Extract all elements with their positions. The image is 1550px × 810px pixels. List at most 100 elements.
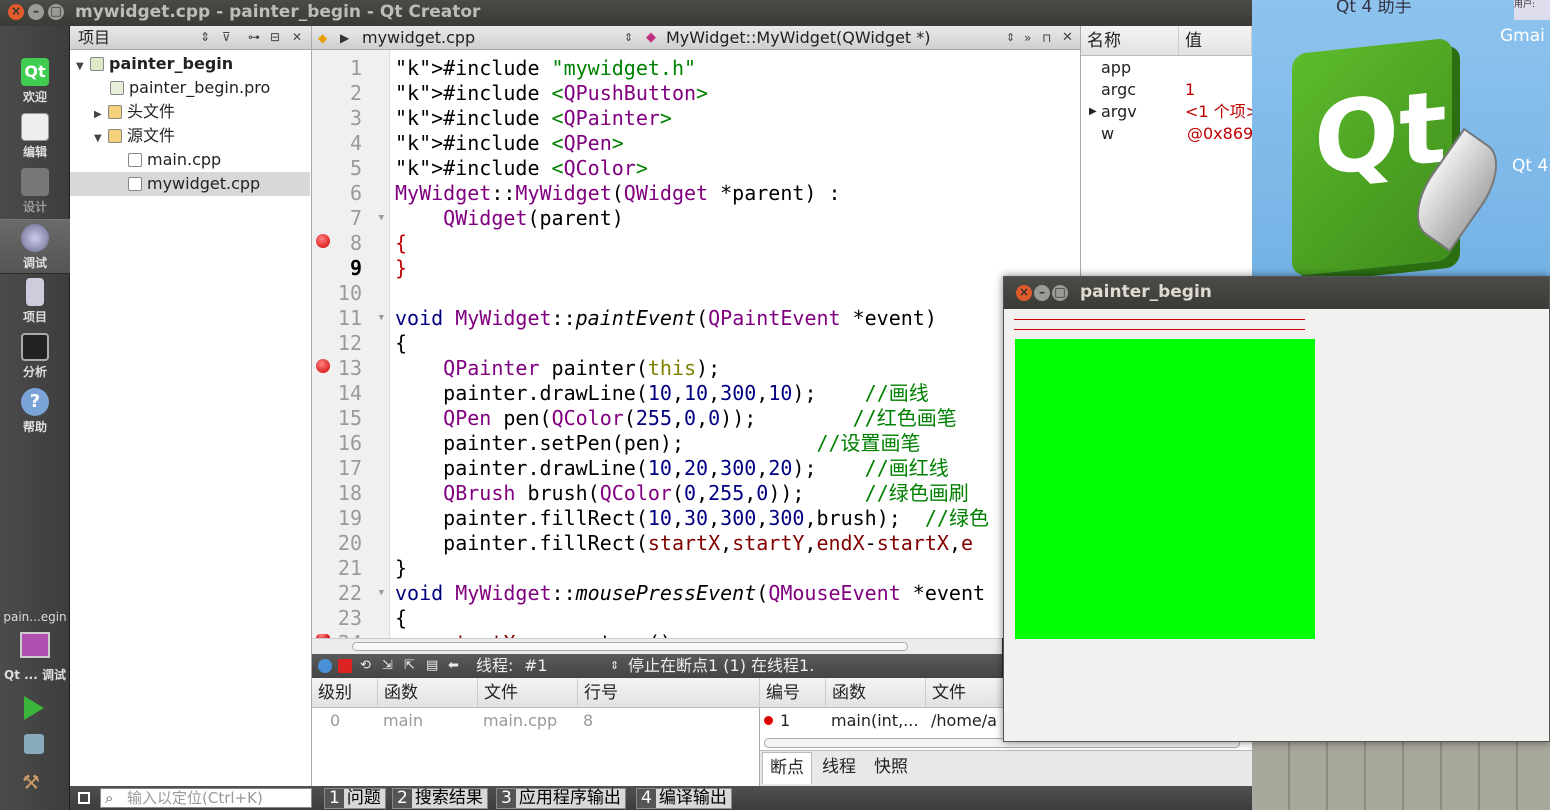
- local-value[interactable]: 1: [1185, 79, 1195, 101]
- mode-design[interactable]: 设计: [0, 164, 70, 219]
- local-name[interactable]: w: [1101, 123, 1114, 145]
- code-line[interactable]: }: [395, 256, 407, 281]
- open-file-select[interactable]: mywidget.cpp: [362, 26, 475, 50]
- output-tab-app-output[interactable]: 3 应用程序输出: [496, 788, 626, 809]
- line-number[interactable]: 22: [312, 581, 362, 606]
- maximize-icon[interactable]: □: [48, 4, 64, 20]
- locals-name-header[interactable]: 名称: [1081, 26, 1179, 56]
- stack-header-level[interactable]: 级别: [312, 678, 378, 708]
- line-number[interactable]: 16: [312, 431, 362, 456]
- local-name[interactable]: app: [1101, 57, 1131, 79]
- run-icon[interactable]: [24, 696, 44, 720]
- line-number[interactable]: 21: [312, 556, 362, 581]
- desktop-icon-label[interactable]: Qt 4: [1512, 156, 1548, 176]
- target-monitor-icon[interactable]: [20, 632, 50, 658]
- code-line[interactable]: startX = event->x();: [395, 631, 684, 638]
- desktop-icon-label[interactable]: Gmai: [1500, 26, 1545, 46]
- scrollbar-thumb[interactable]: [352, 642, 908, 651]
- line-number[interactable]: 15: [312, 406, 362, 431]
- code-line[interactable]: painter.drawLine(10,10,300,10); //画线: [395, 381, 929, 406]
- split-icon[interactable]: »: [1024, 26, 1031, 50]
- code-line[interactable]: QBrush brush(QColor(0,255,0)); //绿色画刷: [395, 481, 969, 506]
- bp-cell[interactable]: 1: [780, 708, 790, 734]
- chevron-down-icon[interactable]: ⇕: [610, 654, 619, 677]
- reverse-icon[interactable]: ⬅: [448, 654, 459, 677]
- back-icon[interactable]: ◆: [318, 26, 327, 50]
- step-over-icon[interactable]: ⟲: [360, 654, 371, 677]
- desktop-icon-label[interactable]: Qt 4 助手: [1336, 0, 1412, 17]
- tree-project-root[interactable]: ▼ painter_begin: [76, 52, 316, 76]
- code-line[interactable]: {: [395, 231, 407, 256]
- code-line[interactable]: "k">#include "mywidget.h": [395, 56, 696, 81]
- minimize-icon[interactable]: –: [1034, 285, 1050, 301]
- close-panel-icon[interactable]: ✕: [292, 26, 302, 49]
- step-into-icon[interactable]: ⇲: [382, 654, 393, 677]
- run-to-line-icon[interactable]: ▤: [426, 654, 438, 677]
- symbol-select[interactable]: MyWidget::MyWidget(QWidget *): [666, 26, 931, 50]
- stack-header-function[interactable]: 函数: [378, 678, 478, 708]
- output-tab-search[interactable]: 2 搜索结果: [392, 788, 488, 809]
- minimize-icon[interactable]: –: [28, 4, 44, 20]
- local-name[interactable]: argv: [1101, 101, 1137, 123]
- target-project[interactable]: pain...egin: [0, 610, 70, 624]
- mode-help[interactable]: ? 帮助: [0, 384, 70, 439]
- split-icon[interactable]: ⊟: [270, 26, 280, 49]
- build-hammer-icon[interactable]: ⚒: [22, 770, 46, 794]
- bp-header-number[interactable]: 编号: [760, 678, 826, 708]
- lock-icon[interactable]: ⊓: [1042, 26, 1051, 50]
- line-number[interactable]: 17: [312, 456, 362, 481]
- line-number[interactable]: 23: [312, 606, 362, 631]
- fold-marker-icon[interactable]: ▼: [370, 581, 384, 606]
- code-line[interactable]: }: [395, 556, 407, 581]
- chevron-down-icon[interactable]: ⇕: [1006, 26, 1015, 50]
- fold-marker-icon[interactable]: ▼: [370, 306, 384, 331]
- code-line[interactable]: painter.setPen(pen); //设置画笔: [395, 431, 920, 456]
- line-number[interactable]: 14: [312, 381, 362, 406]
- interrupt-icon[interactable]: [318, 659, 332, 673]
- locals-value-header[interactable]: 值: [1179, 26, 1252, 56]
- thread-select[interactable]: #1: [524, 654, 548, 677]
- line-number[interactable]: 2: [312, 81, 362, 106]
- code-line[interactable]: "k">#include <QPushButton>: [395, 81, 708, 106]
- stop-icon[interactable]: [338, 659, 352, 673]
- line-number[interactable]: 1: [312, 56, 362, 81]
- stack-cell[interactable]: 0: [330, 708, 340, 734]
- stack-header-line[interactable]: 行号: [578, 678, 760, 708]
- line-number[interactable]: 19: [312, 506, 362, 531]
- line-number[interactable]: 13: [312, 356, 362, 381]
- code-line[interactable]: QPen pen(QColor(255,0,0)); //红色画笔: [395, 406, 957, 431]
- tab-breakpoints[interactable]: 断点: [762, 752, 812, 784]
- bp-cell[interactable]: main(int,...: [831, 708, 918, 734]
- line-number[interactable]: 8: [312, 231, 362, 256]
- output-tab-compile[interactable]: 4 编译输出: [636, 788, 732, 809]
- qt-assistant-logo-icon[interactable]: Qt: [1292, 37, 1452, 277]
- stack-cell[interactable]: main: [383, 708, 423, 734]
- tree-headers-folder[interactable]: ▶ 头文件: [94, 100, 334, 124]
- bp-cell[interactable]: /home/a: [931, 708, 997, 734]
- tab-threads[interactable]: 线程: [814, 752, 864, 784]
- mode-projects[interactable]: 项目: [0, 274, 70, 329]
- link-icon[interactable]: ⊶: [248, 26, 260, 49]
- stack-cell[interactable]: main.cpp: [483, 708, 557, 734]
- line-number[interactable]: 11: [312, 306, 362, 331]
- line-number[interactable]: 18: [312, 481, 362, 506]
- mode-edit[interactable]: 编辑: [0, 109, 70, 164]
- mode-welcome[interactable]: Qt 欢迎: [0, 54, 70, 109]
- line-number[interactable]: 4: [312, 131, 362, 156]
- tab-snapshots[interactable]: 快照: [866, 752, 916, 784]
- close-icon[interactable]: ×: [1016, 285, 1032, 301]
- local-name[interactable]: argc: [1101, 79, 1136, 101]
- forward-icon[interactable]: ▶: [340, 26, 349, 50]
- line-number[interactable]: 7: [312, 206, 362, 231]
- filter-icon[interactable]: ⊽: [222, 26, 231, 49]
- code-line[interactable]: "k">#include <QPen>: [395, 131, 624, 156]
- code-line[interactable]: {: [395, 606, 407, 631]
- code-line[interactable]: void MyWidget::mousePressEvent(QMouseEve…: [395, 581, 985, 606]
- line-number[interactable]: 24: [312, 631, 362, 638]
- expand-arrow-icon[interactable]: ▶: [1089, 101, 1097, 123]
- code-line[interactable]: QPainter painter(this);: [395, 356, 720, 381]
- line-number[interactable]: 12: [312, 331, 362, 356]
- line-number[interactable]: 20: [312, 531, 362, 556]
- horizontal-scrollbar[interactable]: [312, 638, 1002, 654]
- line-number[interactable]: 9: [312, 256, 362, 281]
